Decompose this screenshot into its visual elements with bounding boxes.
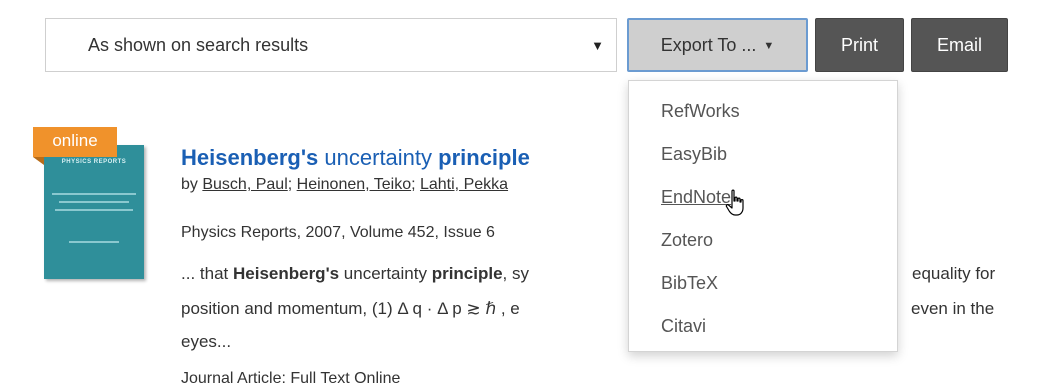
snippet-line-1-tail: equality for xyxy=(912,264,996,283)
thumbnail-line xyxy=(69,241,119,243)
author-link-lahti[interactable]: Lahti, Pekka xyxy=(420,176,508,193)
title-term-1: Heisenberg's xyxy=(181,145,319,170)
thumbnail-title: PHYSICS REPORTS xyxy=(61,159,127,165)
badge-fold xyxy=(33,157,44,165)
thumbnail-line xyxy=(59,201,129,203)
snippet-line-2: position and momentum, (1) Δ q · Δ p ≳ ℏ… xyxy=(181,299,520,318)
thumbnail-line xyxy=(52,193,136,195)
export-menu-item-citavi[interactable]: Citavi xyxy=(661,316,706,336)
hand-cursor-icon xyxy=(725,189,744,216)
snippet-line-2-tail: even in the xyxy=(911,299,995,318)
export-menu-item-zotero[interactable]: Zotero xyxy=(661,230,713,250)
export-to-button[interactable]: Export To ... ▼ xyxy=(627,18,808,72)
title-term-2: uncertainty xyxy=(318,145,439,170)
author-link-heinonen[interactable]: Heinonen, Teiko xyxy=(297,176,411,193)
citation-style-value: As shown on search results xyxy=(88,34,309,55)
print-button[interactable]: Print xyxy=(815,18,904,72)
export-menu: RefWorks EasyBib EndNote Zotero BibTeX C… xyxy=(628,80,898,352)
caret-down-icon: ▼ xyxy=(763,40,775,52)
export-menu-item-easybib[interactable]: EasyBib xyxy=(661,144,727,164)
export-menu-item-refworks[interactable]: RefWorks xyxy=(661,101,740,121)
snippet-line-3: eyes... xyxy=(181,332,232,351)
title-term-3: principle xyxy=(438,145,530,170)
email-button[interactable]: Email xyxy=(911,18,1008,72)
result-authors: by Busch, Paul; Heinonen, Teiko; Lahti, … xyxy=(181,176,509,193)
thumbnail-line xyxy=(55,209,133,211)
snippet-line-1: ... that Heisenberg's uncertainty princi… xyxy=(181,264,529,283)
journal-cover-thumbnail[interactable]: PHYSICS REPORTS xyxy=(44,145,144,279)
author-link-busch[interactable]: Busch, Paul xyxy=(202,176,287,193)
export-menu-item-bibtex[interactable]: BibTeX xyxy=(661,273,718,293)
result-type: Journal Article: Full Text Online xyxy=(181,370,401,387)
export-to-label: Export To ... xyxy=(660,34,757,55)
chevron-down-icon: ▼ xyxy=(591,37,604,53)
online-badge: online xyxy=(33,127,117,157)
by-label: by xyxy=(181,176,198,193)
citation-style-select[interactable]: As shown on search results ▼ xyxy=(45,18,617,72)
result-title-link[interactable]: Heisenberg's uncertainty principle xyxy=(181,145,530,171)
result-source: Physics Reports, 2007, Volume 452, Issue… xyxy=(181,224,495,241)
export-menu-item-endnote[interactable]: EndNote xyxy=(661,187,731,207)
